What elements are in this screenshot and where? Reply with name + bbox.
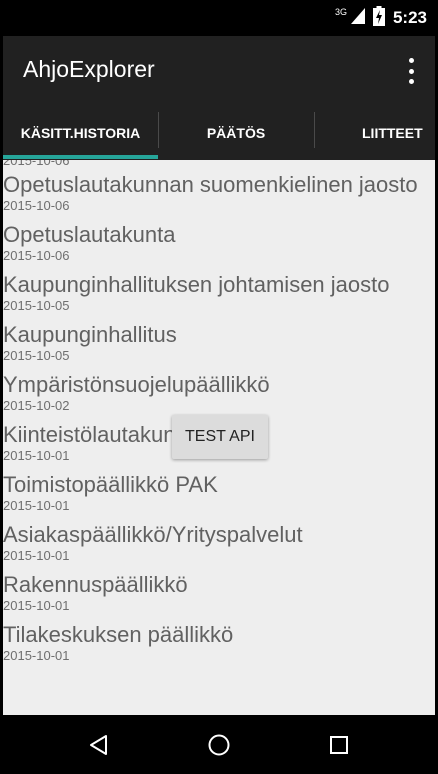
list-item-title: Tilakeskuksen päällikkö: [3, 622, 234, 647]
list-item-date: 2015-10-06: [3, 248, 70, 263]
app-title: AhjoExplorer: [23, 56, 155, 82]
list-item-date: 2015-10-06: [3, 198, 70, 213]
list-item[interactable]: Tilakeskuksen päällikkö 2015-10-01: [3, 622, 435, 664]
battery-icon: [372, 5, 385, 31]
status-bar: 3G 5:23: [3, 0, 435, 36]
clock: 5:23: [392, 8, 427, 27]
list-item[interactable]: Asiakaspäällikkö/Yrityspalvelut 2015-10-…: [3, 522, 435, 564]
list-item-title: Opetuslautakunnan suomenkielinen jaosto: [3, 172, 418, 197]
list-item[interactable]: Opetuslautakunnan suomenkielinen jaosto …: [3, 172, 435, 214]
list-item-date: 2015-10-06: [3, 160, 70, 168]
tab-kasittelyhistoria[interactable]: KÄSITT.HISTORIA: [3, 106, 158, 160]
list-item-title: Kaupunginhallitus: [3, 322, 177, 347]
app-bar: AhjoExplorer: [3, 36, 435, 106]
list-item-title: Kaupunginhallituksen johtamisen jaosto: [3, 272, 390, 297]
list-item-date: 2015-10-05: [3, 298, 70, 313]
tab-bar: KÄSITT.HISTORIA PÄÄTÖS LIITTEET: [3, 106, 435, 160]
test-api-button[interactable]: TEST API: [172, 415, 268, 459]
recents-icon[interactable]: [299, 715, 379, 774]
list-item[interactable]: Kaupunginhallituksen johtamisen jaosto 2…: [3, 272, 435, 314]
list-item-title: Toimistopäällikkö PAK: [3, 472, 218, 497]
list-item-title: Asiakaspäällikkö/Yrityspalvelut: [3, 522, 303, 547]
list-item-date: 2015-10-01: [3, 548, 70, 563]
list-item-title: Rakennuspäällikkö: [3, 572, 188, 597]
list-item-title: Opetuslautakunta: [3, 222, 176, 247]
network-type: 3G: [334, 7, 347, 17]
list-item[interactable]: Toimistopäällikkö PAK 2015-10-01: [3, 472, 435, 514]
more-vert-icon[interactable]: [403, 58, 419, 84]
list-item-date: 2015-10-01: [3, 648, 70, 663]
list-item-title: Ympäristönsuojelupäällikkö: [3, 372, 270, 397]
list-item-date: 2015-10-02: [3, 398, 70, 413]
signal-icon: [350, 7, 365, 29]
navigation-bar: [3, 715, 435, 774]
list-item-date: 2015-10-01: [3, 498, 70, 513]
back-icon[interactable]: [59, 715, 139, 774]
list-item[interactable]: Rakennuspäällikkö 2015-10-01: [3, 572, 435, 614]
home-icon[interactable]: [179, 715, 259, 774]
list-item[interactable]: Kaupunginhallitus 2015-10-05: [3, 322, 435, 364]
tab-paatos[interactable]: PÄÄTÖS: [158, 106, 314, 160]
list-item[interactable]: Ympäristönsuojelupäällikkö 2015-10-02: [3, 372, 435, 414]
list-item[interactable]: Opetuslautakunta 2015-10-06: [3, 222, 435, 264]
list-item-date: 2015-10-01: [3, 598, 70, 613]
list-item-date: 2015-10-05: [3, 348, 70, 363]
tab-liitteet[interactable]: LIITTEET: [314, 106, 435, 160]
tab-selected-indicator: [3, 155, 158, 159]
screen: 3G 5:23 AhjoExplorer KÄSITT.HISTORIA PÄÄ…: [3, 0, 435, 774]
